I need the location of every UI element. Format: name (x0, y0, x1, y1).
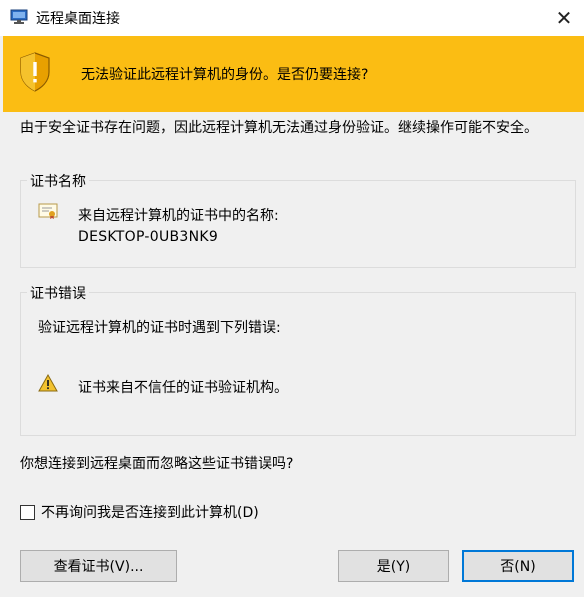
remote-desktop-icon (10, 9, 28, 24)
certificate-error-intro: 验证远程计算机的证书时遇到下列错误: (38, 320, 281, 336)
certificate-error-legend: 证书错误 (27, 283, 89, 303)
window-title: 远程桌面连接 (36, 11, 120, 27)
no-button[interactable]: 否(N) (462, 550, 574, 582)
certificate-icon (38, 203, 58, 219)
certificate-name-label: 来自远程计算机的证书中的名称: (78, 208, 279, 224)
dont-ask-again-option[interactable]: 不再询问我是否连接到此计算机(D) (20, 502, 259, 522)
banner-message: 无法验证此远程计算机的身份。是否仍要连接? (81, 67, 369, 83)
connect-question: 你想连接到远程桌面而忽略这些证书错误吗? (20, 456, 294, 472)
view-certificate-button[interactable]: 查看证书(V)... (20, 550, 177, 582)
yes-button[interactable]: 是(Y) (338, 550, 449, 582)
dont-ask-again-label[interactable]: 不再询问我是否连接到此计算机(D) (41, 502, 259, 522)
dont-ask-again-checkbox[interactable] (20, 504, 35, 520)
certificate-name-value: DESKTOP-0UB3NK9 (78, 229, 219, 245)
warning-icon (38, 374, 58, 392)
certificate-error-group: 证书错误 验证远程计算机的证书时遇到下列错误: 证书来自不信任的证书验证机构。 (20, 283, 576, 436)
certificate-name-legend: 证书名称 (27, 171, 89, 191)
close-icon: ✕ (555, 6, 573, 30)
certificate-error-message: 证书来自不信任的证书验证机构。 (78, 380, 288, 396)
description-text: 由于安全证书存在问题，因此远程计算机无法通过身份验证。继续操作可能不安全。 (20, 120, 538, 136)
shield-warning-icon (20, 52, 50, 92)
warning-banner: 无法验证此远程计算机的身份。是否仍要连接? (3, 36, 584, 112)
certificate-name-group: 证书名称 来自远程计算机的证书中的名称: DESKTOP-0UB3NK9 (20, 171, 576, 268)
close-button[interactable]: ✕ (544, 0, 584, 36)
title-bar: 远程桌面连接 ✕ (0, 0, 584, 36)
